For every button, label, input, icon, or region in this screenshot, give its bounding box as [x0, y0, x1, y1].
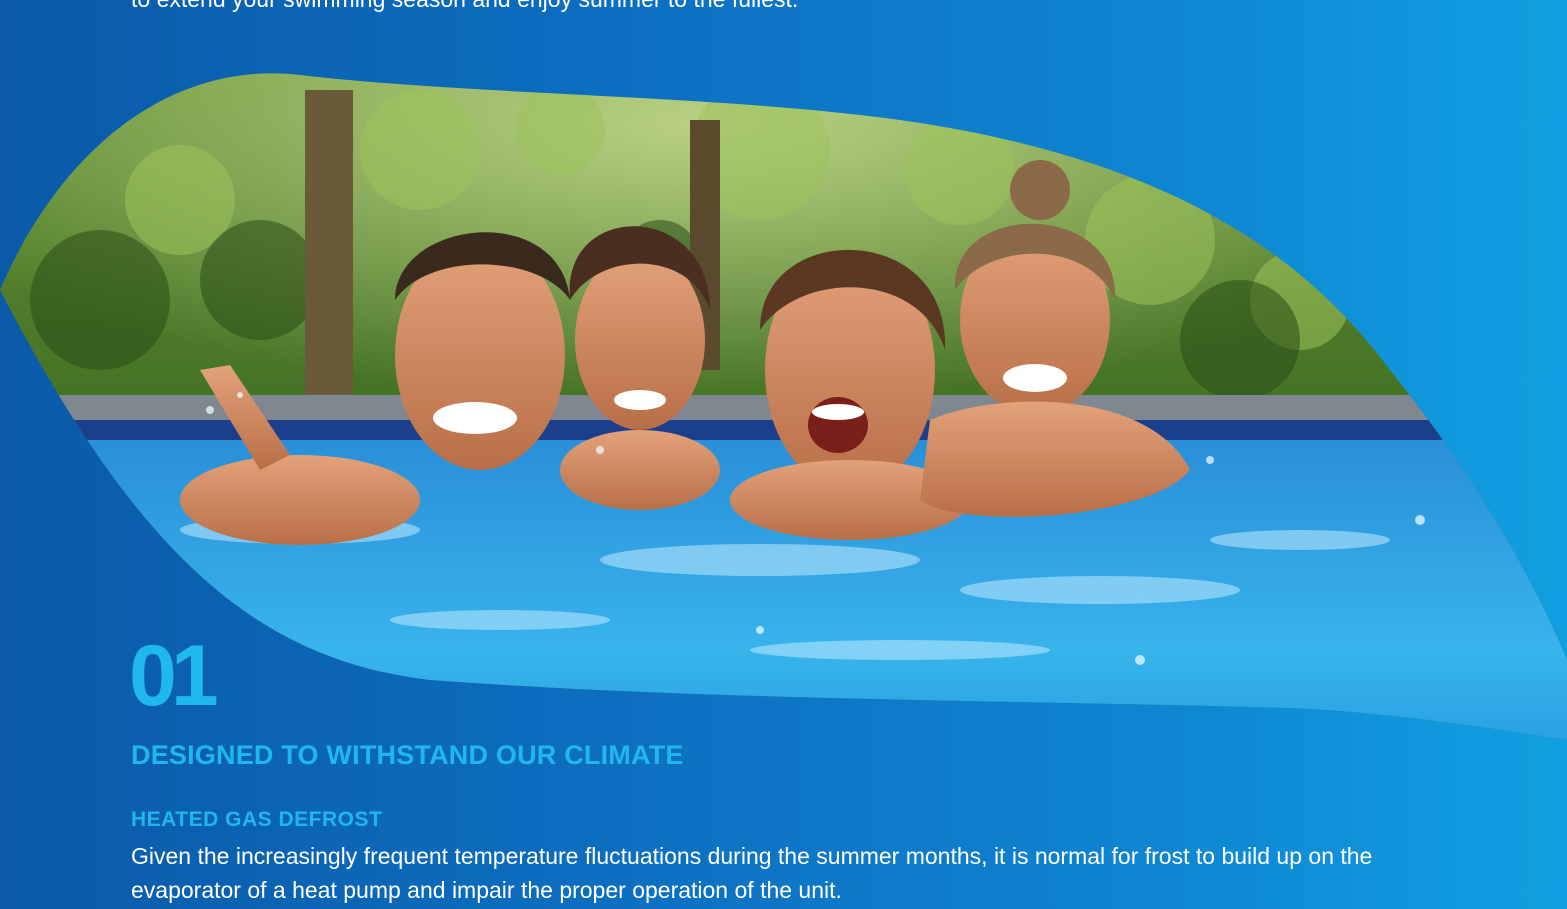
feature-description: Given the increasingly frequent temperat… [131, 843, 1373, 903]
section-title: DESIGNED TO WITHSTAND OUR CLIMATE [131, 740, 684, 770]
section-number: 01 [129, 628, 219, 724]
intro-text: to extend your swimming season and enjoy… [131, 0, 798, 14]
pool-family-photo [0, 73, 1567, 740]
page-canvas: to extend your swimming season and enjoy… [0, 0, 1567, 909]
feature-subtitle: HEATED GAS DEFROST [131, 808, 383, 831]
